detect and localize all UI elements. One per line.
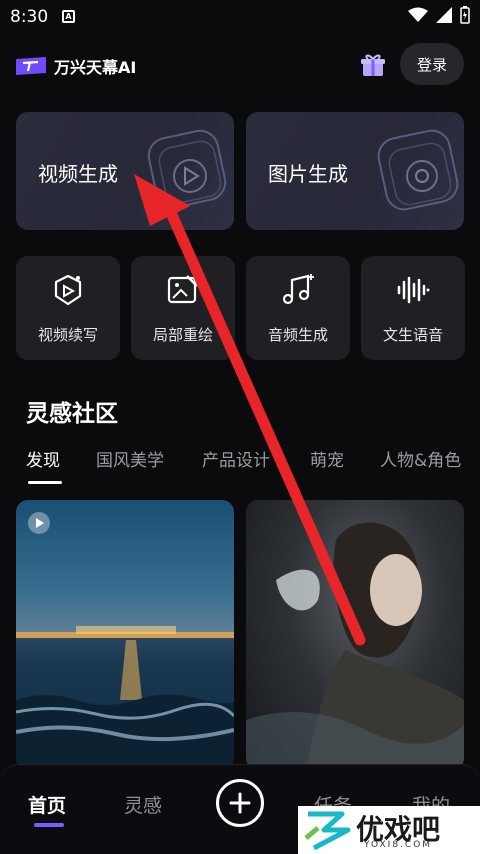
video-continue-icon <box>54 274 82 306</box>
battery-icon <box>460 6 470 24</box>
feed-card-sunset-sea[interactable] <box>16 500 234 770</box>
image-generation-card[interactable]: 图片生成 <box>246 112 464 230</box>
logo-icon <box>16 57 46 75</box>
app-name: 万兴天幕AI <box>54 58 137 77</box>
tab-discover[interactable]: 发现 <box>26 446 60 471</box>
camera-icon <box>377 129 459 211</box>
tool-label: 局部重绘 <box>152 326 213 344</box>
video-generation-card[interactable]: 视频生成 <box>16 112 234 230</box>
status-bar: 8:30 A <box>0 0 480 34</box>
section-title: 灵感社区 <box>26 401 118 427</box>
video-play-icon <box>147 129 227 209</box>
tool-audio-generation[interactable]: 音频生成 <box>246 256 350 360</box>
sunset-sea-image <box>16 626 234 770</box>
tool-label: 视频续写 <box>37 326 98 344</box>
music-note-icon <box>282 274 314 305</box>
card-label: 视频生成 <box>38 162 118 186</box>
watermark-url: YOXI8.COM <box>364 840 433 850</box>
tool-label: 文生语音 <box>382 326 443 344</box>
sound-wave-icon <box>397 276 430 304</box>
add-button[interactable] <box>216 779 264 827</box>
tab-guofeng[interactable]: 国风美学 <box>96 446 164 471</box>
nav-active-indicator <box>34 823 64 827</box>
portrait-image <box>246 522 464 770</box>
wifi-icon <box>408 7 428 22</box>
brush-image-icon <box>167 275 198 304</box>
notification-icon: A <box>62 10 75 23</box>
app-logo: 万兴天幕AI <box>16 54 136 78</box>
tool-text-to-speech[interactable]: 文生语音 <box>361 256 465 360</box>
feed-card-portrait[interactable] <box>246 500 464 770</box>
login-button[interactable]: 登录 <box>400 43 464 85</box>
plus-icon <box>229 792 251 814</box>
app-header: 万兴天幕AI 登录 <box>0 40 480 88</box>
status-time: 8:30 <box>10 7 49 27</box>
nav-home[interactable]: 首页 <box>28 791 66 818</box>
tool-local-redraw[interactable]: 局部重绘 <box>131 256 235 360</box>
tab-product-design[interactable]: 产品设计 <box>202 446 270 471</box>
watermark-logo-icon <box>304 811 351 851</box>
tab-characters[interactable]: 人物&角色 <box>380 446 461 471</box>
active-tab-indicator <box>28 481 62 484</box>
signal-icon <box>436 7 452 23</box>
status-icons <box>408 6 470 24</box>
gift-icon[interactable] <box>360 52 386 78</box>
tab-pets[interactable]: 萌宠 <box>310 446 344 471</box>
card-label: 图片生成 <box>268 162 348 186</box>
watermark: 优戏吧 YOXI8.COM <box>298 806 480 854</box>
nav-inspiration[interactable]: 灵感 <box>124 791 162 818</box>
tool-video-continue[interactable]: 视频续写 <box>16 256 120 360</box>
category-tabs: 发现 国风美学 产品设计 萌宠 人物&角色 <box>26 446 480 476</box>
tool-label: 音频生成 <box>267 326 328 344</box>
